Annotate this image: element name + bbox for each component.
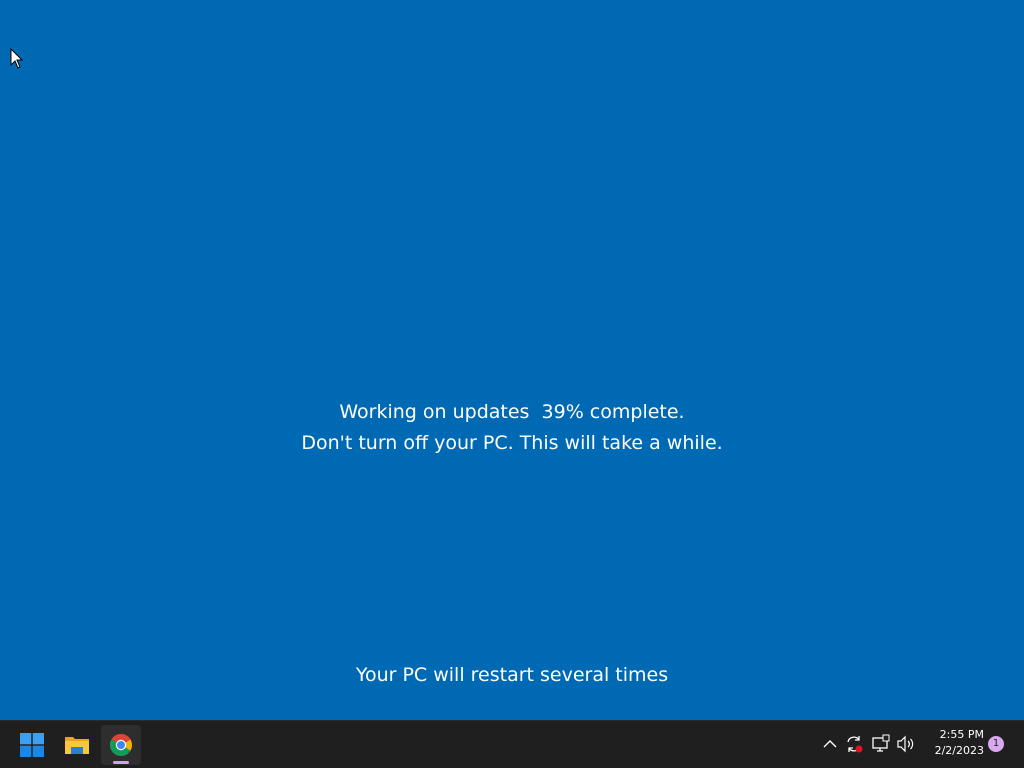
start-button[interactable] — [12, 725, 52, 765]
volume-tray-button[interactable] — [896, 734, 916, 754]
mouse-cursor-icon — [10, 48, 24, 69]
clock-time: 2:55 PM — [939, 728, 984, 741]
sync-icon — [847, 736, 863, 753]
file-explorer-button[interactable] — [57, 725, 97, 765]
windows-logo-icon — [20, 733, 44, 757]
taskbar-clock[interactable]: 2:55 PM 2/2/2023 — [922, 727, 984, 763]
update-screen: Working on updates 39% complete. Don't t… — [0, 0, 1024, 768]
chrome-button[interactable] — [101, 725, 141, 765]
chevron-up-icon — [823, 740, 837, 748]
update-progress-text: Working on updates 39% complete. — [339, 401, 685, 423]
show-hidden-icons-button[interactable] — [820, 734, 840, 754]
update-warning-text: Don't turn off your PC. This will take a… — [301, 432, 723, 454]
sync-tray-button[interactable] — [844, 734, 864, 754]
notification-badge[interactable]: 1 — [988, 736, 1004, 752]
clock-date: 2/2/2023 — [934, 744, 984, 757]
network-tray-button[interactable] — [871, 734, 891, 754]
active-app-indicator — [113, 761, 129, 764]
folder-icon — [65, 737, 89, 754]
chrome-icon — [110, 734, 132, 756]
restart-notice-text: Your PC will restart several times — [355, 664, 669, 686]
network-icon — [872, 734, 890, 752]
volume-icon — [897, 735, 914, 753]
